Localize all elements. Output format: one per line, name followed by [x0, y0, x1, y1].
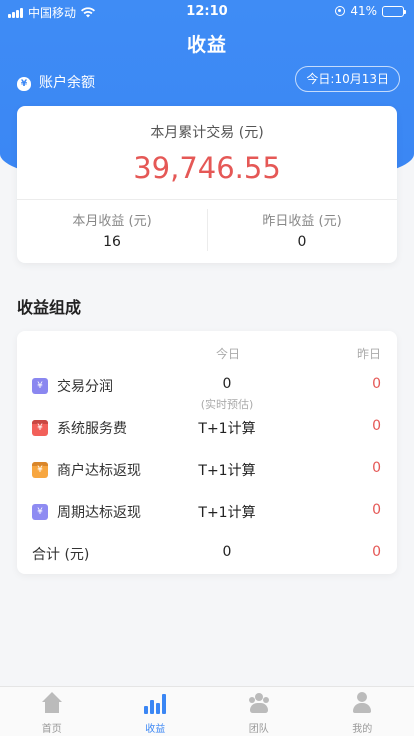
- income-composition-card: 今日 昨日 交易分润 0 (实时预估) 0 系统服务费 T+1计算 0 商户达标…: [17, 331, 397, 574]
- team-icon: [248, 692, 270, 714]
- battery-icon: [382, 5, 406, 17]
- total-today-value: 0: [222, 544, 232, 560]
- tab-label: 团队: [248, 724, 269, 735]
- monthly-income: 本月收益 (元) 16: [17, 210, 207, 250]
- section-title: 收益组成: [17, 298, 82, 317]
- coin-icon: [32, 504, 48, 520]
- row-yesterday-value: 0: [372, 502, 381, 518]
- cashback-icon: [32, 462, 48, 479]
- income-row-trade-share: 交易分润 0 (实时预估) 0: [17, 371, 397, 411]
- row-yesterday-value: 0: [372, 460, 381, 476]
- column-header-today: 今日: [215, 347, 240, 361]
- tab-home[interactable]: 首页: [0, 687, 104, 736]
- income-row-total: 合计 (元) 0 0: [17, 539, 397, 569]
- monthly-trade-value: 39,746.55: [133, 151, 281, 185]
- tab-bar: 首页 收益 团队 我的: [0, 686, 414, 736]
- income-row-service-fee: 系统服务费 T+1计算 0: [17, 413, 397, 443]
- row-yesterday-value: 0: [372, 418, 381, 434]
- ticket-icon: [32, 378, 48, 394]
- yesterday-income: 昨日收益 (元) 0: [207, 210, 397, 250]
- yesterday-income-value: 0: [297, 234, 307, 250]
- row-today-note: (实时预估): [200, 398, 254, 411]
- summary-card: 本月累计交易 (元) 39,746.55 本月收益 (元) 16 昨日收益 (元…: [17, 106, 397, 263]
- row-label: 系统服务费: [57, 421, 127, 437]
- tab-me[interactable]: 我的: [311, 687, 414, 736]
- tab-income[interactable]: 收益: [104, 687, 208, 736]
- money-bag-icon: [15, 73, 33, 91]
- orientation-lock-icon: [335, 6, 346, 16]
- total-label: 合计 (元): [32, 547, 90, 563]
- bar-chart-icon: [144, 692, 167, 714]
- wallet-icon: [32, 420, 48, 437]
- tab-label: 我的: [352, 724, 373, 735]
- row-yesterday-value: 0: [372, 376, 381, 392]
- battery-percent: 41%: [350, 4, 377, 18]
- page-title: 收益: [186, 34, 227, 56]
- account-balance-link[interactable]: 账户余额: [15, 72, 95, 92]
- row-label: 交易分润: [57, 379, 113, 395]
- tab-team[interactable]: 团队: [207, 687, 311, 736]
- home-icon: [41, 692, 63, 714]
- monthly-trade-label: 本月累计交易 (元): [150, 125, 264, 141]
- column-header-yesterday: 昨日: [356, 347, 381, 361]
- total-yesterday-value: 0: [372, 544, 381, 560]
- balance-label: 账户余额: [39, 75, 95, 91]
- monthly-income-value: 16: [103, 234, 121, 250]
- row-today-value: T+1计算: [198, 505, 256, 521]
- income-row-merchant-cashback: 商户达标返现 T+1计算 0: [17, 455, 397, 485]
- date-badge: 今日:10月13日: [295, 66, 400, 92]
- monthly-income-label: 本月收益 (元): [72, 214, 152, 229]
- row-label: 商户达标返现: [57, 463, 141, 479]
- row-today-value: T+1计算: [198, 463, 256, 479]
- divider: [17, 199, 397, 200]
- row-today-value: 0: [222, 376, 232, 392]
- income-row-period-cashback: 周期达标返现 T+1计算 0: [17, 497, 397, 527]
- status-bar: 中国移动 12:10 41%: [0, 0, 414, 22]
- user-icon: [351, 692, 373, 714]
- tab-label: 首页: [41, 724, 62, 735]
- yesterday-income-label: 昨日收益 (元): [262, 214, 342, 229]
- row-today-value: T+1计算: [198, 421, 256, 437]
- row-label: 周期达标返现: [57, 505, 141, 521]
- tab-label: 收益: [145, 724, 166, 735]
